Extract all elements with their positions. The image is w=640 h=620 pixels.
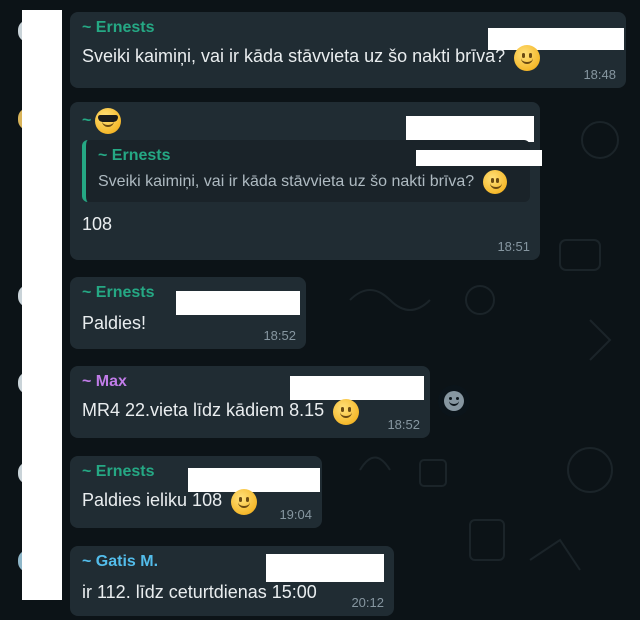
redacted-phone-number — [266, 554, 384, 582]
quote-text: Sveiki kaimiņi, vai ir kāda stāvvieta uz… — [98, 173, 475, 191]
redacted-phone-number — [188, 468, 320, 492]
message-bubble[interactable]: ~ Ernests Sveiki kaimiņi, vai ir kāda st… — [70, 12, 626, 88]
message-text: Paldies ieliku 108 — [82, 490, 223, 510]
message-text: ir 112. līdz ceturtdienas 15:00 — [82, 582, 317, 602]
message-bubble[interactable]: ~ Ernests Paldies! 18:52 — [70, 277, 306, 349]
redaction-strip — [22, 10, 62, 600]
message-time: 19:04 — [279, 507, 312, 522]
slightly-smiling-face-emoji — [513, 44, 540, 71]
message-time: 20:12 — [351, 595, 384, 610]
message-bubble[interactable]: ~ Max MR4 22.vieta līdz kādiem 8.15 18:5… — [70, 366, 430, 438]
quoted-message[interactable]: ~ Ernests Sveiki kaimiņi, vai ir kāda st… — [82, 140, 542, 203]
message-time: 18:48 — [583, 67, 616, 82]
redacted-phone-number — [290, 376, 424, 400]
slightly-smiling-face-emoji — [230, 488, 257, 515]
message-time: 18:51 — [497, 239, 530, 254]
redacted-phone-number — [176, 291, 300, 315]
message-text: MR4 22.vieta līdz kādiem 8.15 — [82, 400, 325, 420]
redacted-phone-number — [406, 116, 534, 142]
add-reaction-icon[interactable] — [438, 385, 470, 417]
message-bubble[interactable]: ~ Gatis M. ir 112. līdz ceturtdienas 15:… — [70, 546, 394, 616]
slightly-smiling-face-emoji — [332, 398, 359, 425]
slightly-smiling-face-emoji — [482, 170, 507, 194]
message-bubble[interactable]: ~ Ernests Paldies ieliku 108 19:04 — [70, 456, 322, 528]
message-bubble[interactable]: ~ ~ Ernests Sveiki kaimiņi, vai ir kāda … — [70, 102, 542, 260]
message-time: 18:52 — [263, 328, 296, 343]
sender-name[interactable]: ~ — [82, 111, 91, 131]
smiling-face-with-sunglasses-emoji — [95, 108, 122, 134]
message-text: 108 — [82, 214, 113, 235]
redacted-phone-number — [488, 28, 624, 50]
message-time: 18:52 — [387, 417, 420, 432]
redacted-phone-number — [416, 150, 542, 166]
message-text: Sveiki kaimiņi, vai ir kāda stāvvieta uz… — [82, 46, 506, 66]
